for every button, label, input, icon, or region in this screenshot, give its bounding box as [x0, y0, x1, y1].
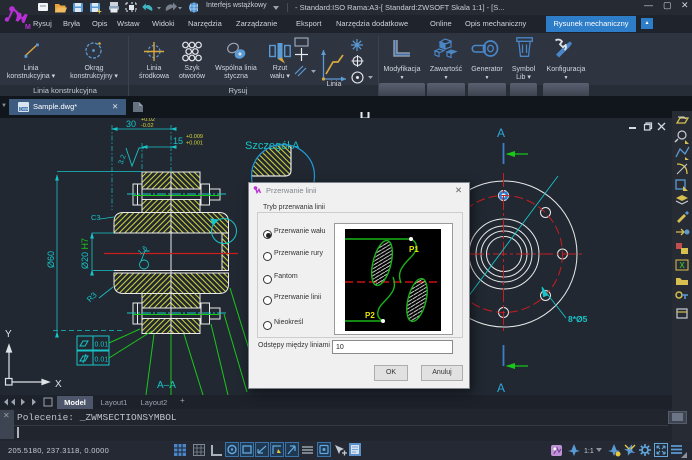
svg-text:DWG: DWG — [20, 107, 30, 112]
svg-text:0.01: 0.01 — [95, 357, 109, 364]
svg-text:C3: C3 — [91, 213, 101, 222]
svg-text:Y: Y — [5, 329, 12, 340]
svg-text:+0.009: +0.009 — [186, 134, 203, 140]
svg-text:8*Ø5: 8*Ø5 — [568, 314, 588, 324]
svg-text:A: A — [497, 381, 505, 395]
svg-text:15: 15 — [173, 136, 183, 146]
svg-text:Ø60: Ø60 — [46, 251, 56, 268]
svg-text:M: M — [25, 24, 31, 31]
svg-text:+0.001: +0.001 — [186, 141, 203, 147]
svg-text:1:1: 1:1 — [584, 448, 594, 455]
svg-text:A–A: A–A — [157, 380, 176, 391]
svg-text:P2: P2 — [365, 311, 375, 320]
svg-text:-0.02: -0.02 — [141, 123, 154, 129]
svg-text:Ø20 H7: Ø20 H7 — [80, 238, 90, 269]
svg-text:+: + — [97, 7, 102, 15]
svg-text:3.2: 3.2 — [118, 154, 128, 166]
svg-text:A: A — [497, 126, 505, 140]
svg-text:R3: R3 — [85, 290, 99, 304]
svg-text:X: X — [55, 379, 62, 390]
svg-text:30: 30 — [126, 119, 136, 129]
svg-text:X: X — [679, 261, 685, 270]
svg-text:1.6: 1.6 — [137, 245, 149, 257]
svg-text:P1: P1 — [409, 245, 419, 254]
svg-text:0.01: 0.01 — [95, 342, 109, 349]
